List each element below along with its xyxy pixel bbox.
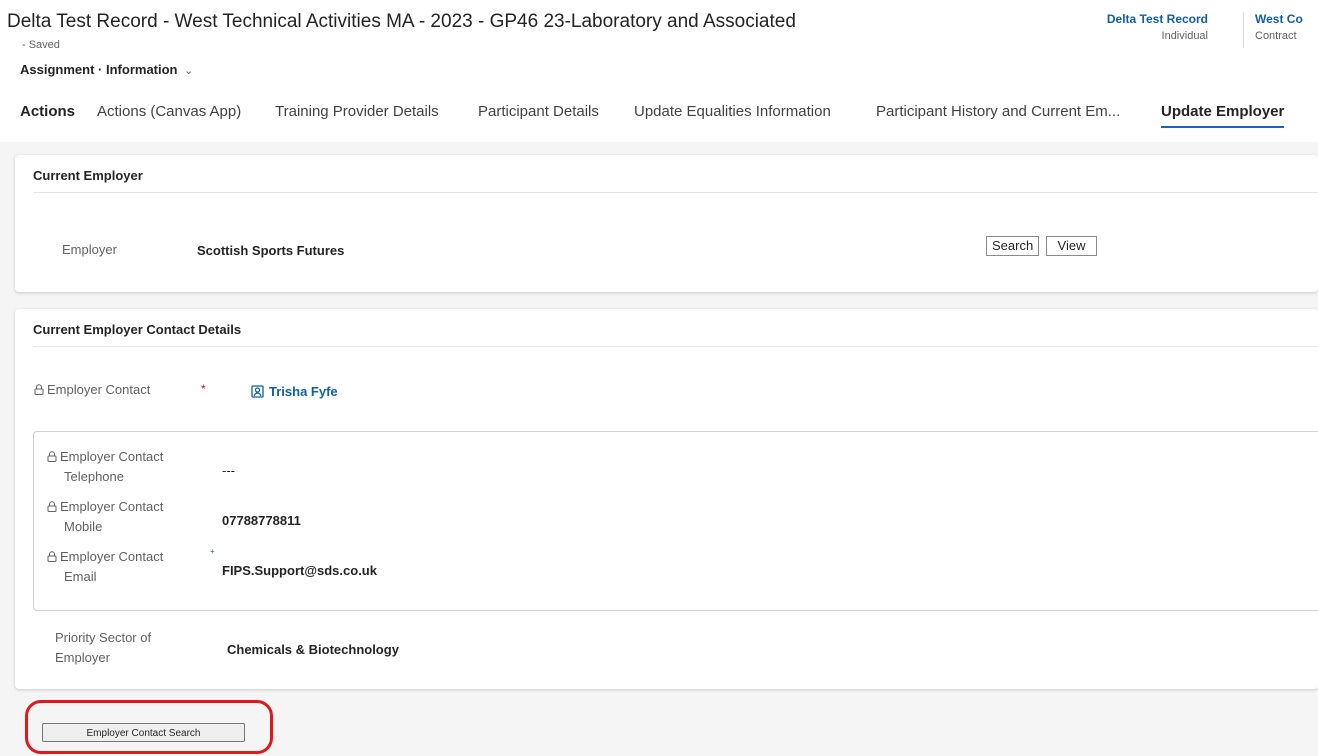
form-selector[interactable]: Assignment · Information ⌄	[20, 62, 193, 77]
email-value: FIPS.Support@sds.co.uk	[222, 563, 377, 578]
record-header: Delta Test Record - West Technical Activ…	[0, 0, 1318, 142]
form-name: Information	[106, 62, 178, 77]
tab-participant-history[interactable]: Participant History and Current Em...	[876, 96, 1120, 132]
header-field-label: Individual	[1161, 30, 1208, 42]
lock-icon	[34, 384, 44, 395]
mobile-value: 07788778811	[222, 513, 301, 528]
mobile-label: Employer Contact Mobile	[47, 497, 163, 537]
lock-icon	[47, 501, 57, 512]
highlight-annotation	[25, 700, 273, 754]
header-field-individual[interactable]: Delta Test Record Individual	[1095, 12, 1208, 42]
priority-sector-value: Chemicals & Biotechnology	[227, 642, 399, 657]
tab-actions[interactable]: Actions	[20, 96, 75, 132]
tab-update-employer[interactable]: Update Employer	[1161, 96, 1285, 132]
employer-label: Employer	[62, 242, 117, 257]
employer-value: Scottish Sports Futures	[197, 243, 345, 258]
form-separator: ·	[98, 62, 103, 77]
lock-icon	[47, 551, 57, 562]
recommended-indicator: +	[210, 547, 215, 556]
section-divider	[33, 192, 1318, 193]
record-title: Delta Test Record - West Technical Activ…	[7, 11, 796, 32]
chevron-down-icon[interactable]: ⌄	[184, 65, 193, 77]
tab-update-equalities-information[interactable]: Update Equalities Information	[634, 96, 831, 132]
lock-icon	[47, 451, 57, 462]
tab-training-provider-details[interactable]: Training Provider Details	[275, 96, 439, 132]
required-indicator: *	[201, 382, 206, 396]
email-label: Employer Contact Email	[47, 547, 163, 587]
telephone-label: Employer Contact Telephone	[47, 447, 163, 487]
tab-participant-details[interactable]: Participant Details	[478, 96, 599, 132]
employer-contact-label: Employer Contact	[34, 380, 150, 400]
section-title: Current Employer Contact Details	[33, 322, 242, 337]
section-title: Current Employer	[33, 168, 143, 183]
priority-sector-label: Priority Sector of Employer	[55, 630, 152, 665]
contact-card-icon	[251, 385, 264, 398]
header-field-value[interactable]: West Co	[1255, 12, 1318, 26]
tab-bar: Actions Actions (Canvas App) Training Pr…	[0, 96, 1318, 132]
header-divider	[1243, 12, 1244, 48]
header-field-contract[interactable]: West Co Contract	[1253, 12, 1318, 42]
save-status: - Saved	[22, 39, 60, 51]
employer-contact-link[interactable]: Trisha Fyfe	[251, 384, 338, 399]
entity-name: Assignment	[20, 62, 95, 77]
header-field-label: Contract	[1255, 30, 1297, 42]
telephone-value: ---	[222, 463, 235, 478]
header-field-value[interactable]: Delta Test Record	[1095, 12, 1208, 26]
employer-search-button[interactable]: Search	[986, 236, 1040, 256]
tab-actions-canvas-app[interactable]: Actions (Canvas App)	[97, 96, 241, 132]
section-divider	[33, 346, 1318, 347]
current-employer-section: Current Employer Employer Scottish Sport…	[15, 155, 1318, 292]
employer-view-button[interactable]: View	[1046, 236, 1097, 256]
